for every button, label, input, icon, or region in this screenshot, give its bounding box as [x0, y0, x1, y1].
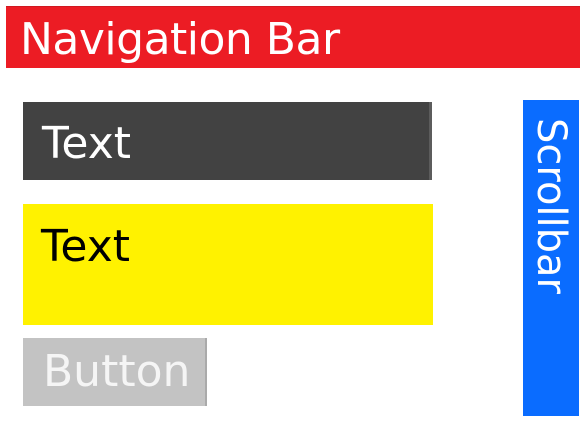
- text-block-yellow: Text: [23, 204, 433, 325]
- scrollbar-label: Scrollbar: [528, 118, 574, 294]
- text-block-dark-label: Text: [42, 118, 131, 169]
- navigation-bar[interactable]: Navigation Bar: [6, 6, 580, 68]
- scrollbar[interactable]: Scrollbar: [523, 100, 579, 416]
- navigation-bar-label: Navigation Bar: [20, 14, 340, 65]
- text-block-dark: Text: [23, 102, 432, 180]
- button-label: Button: [43, 346, 191, 397]
- text-block-yellow-label: Text: [41, 221, 130, 272]
- button[interactable]: Button: [23, 338, 207, 406]
